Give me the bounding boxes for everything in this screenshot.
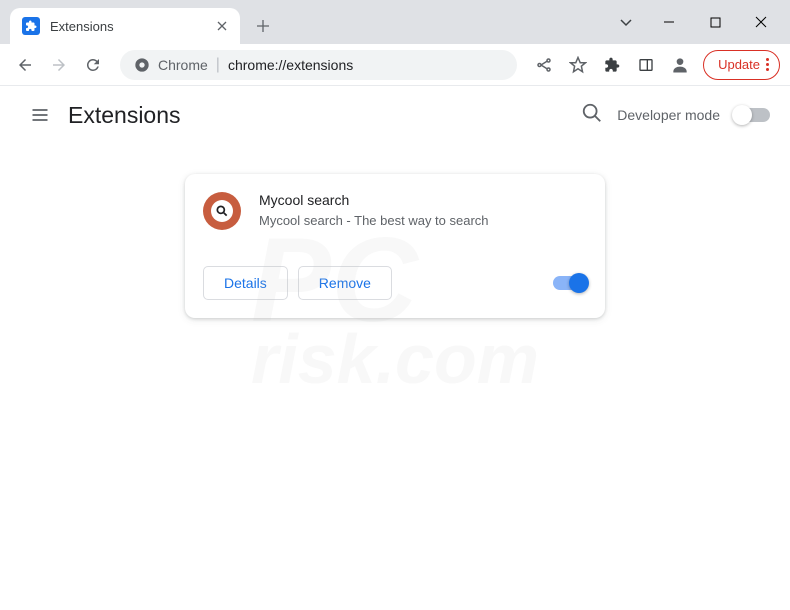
reload-button[interactable] [78,50,108,80]
omnibox-chip: Chrome [158,57,208,73]
extension-name: Mycool search [259,192,489,208]
side-panel-icon[interactable] [631,50,661,80]
extension-puzzle-icon [22,17,40,35]
extensions-icon[interactable] [597,50,627,80]
minimize-button[interactable] [646,7,692,37]
omnibox-url: chrome://extensions [228,57,353,73]
update-button[interactable]: Update [703,50,780,80]
extensions-content: Mycool search Mycool search - The best w… [0,144,790,318]
bookmark-icon[interactable] [563,50,593,80]
extension-description: Mycool search - The best way to search [259,212,489,230]
window-controls [606,0,790,44]
tab-title: Extensions [50,19,214,34]
new-tab-button[interactable] [248,11,278,41]
extension-card: Mycool search Mycool search - The best w… [185,174,605,318]
window-titlebar: Extensions [0,0,790,44]
update-label: Update [718,57,760,72]
hamburger-menu-button[interactable] [20,95,60,135]
extensions-page-header: Extensions Developer mode [0,86,790,144]
developer-mode-label: Developer mode [617,107,720,123]
page-title: Extensions [68,102,181,129]
developer-mode-toggle[interactable] [734,108,770,122]
remove-button[interactable]: Remove [298,266,392,300]
details-button[interactable]: Details [203,266,288,300]
forward-button[interactable] [44,50,74,80]
chrome-icon [134,57,150,73]
tab-close-button[interactable] [214,18,230,34]
close-window-button[interactable] [738,7,784,37]
back-button[interactable] [10,50,40,80]
browser-tab[interactable]: Extensions [10,8,240,44]
omnibox-separator: | [216,56,220,74]
tab-search-button[interactable] [606,7,646,37]
menu-dots-icon [766,58,769,71]
maximize-button[interactable] [692,7,738,37]
share-icon[interactable] [529,50,559,80]
profile-icon[interactable] [665,50,695,80]
extension-enable-toggle[interactable] [553,276,587,290]
search-button[interactable] [581,102,603,129]
address-bar[interactable]: Chrome | chrome://extensions [120,50,517,80]
browser-toolbar: Chrome | chrome://extensions Update [0,44,790,86]
extension-app-icon [203,192,241,230]
